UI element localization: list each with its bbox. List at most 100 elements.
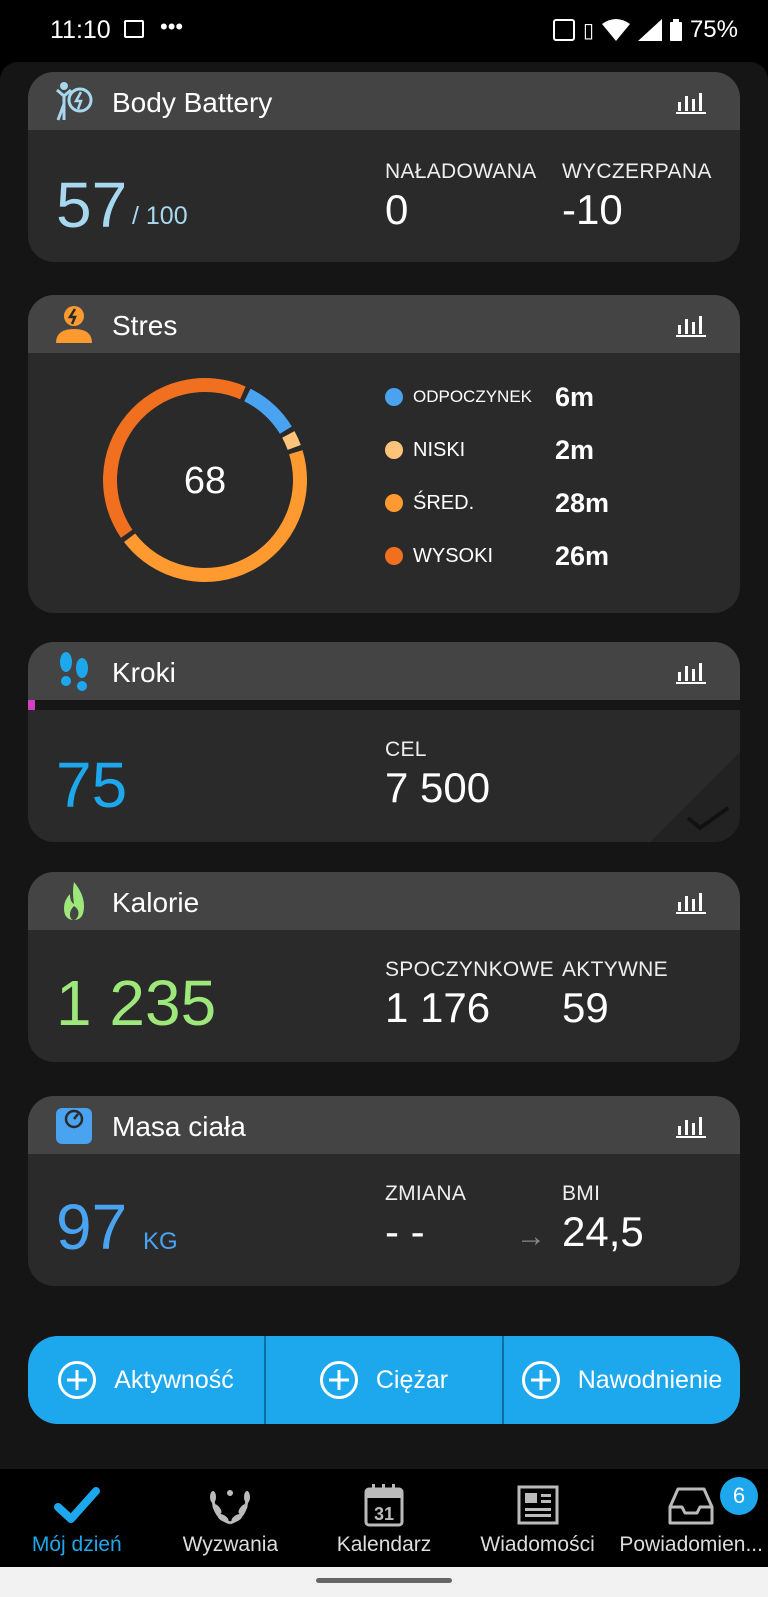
steps-card[interactable]: Kroki 75 CEL 7 500 [28, 642, 740, 842]
charged-label: NAŁADOWANA [385, 160, 537, 183]
nav-label: Powiadomien... [619, 1533, 763, 1556]
nav-calendar[interactable]: 31 Kalendarz [307, 1469, 461, 1567]
notification-count-badge: 6 [719, 1477, 758, 1515]
plus-circle-icon [521, 1361, 560, 1399]
gallery-notification-icon [124, 20, 144, 38]
weight-value: 97 [56, 1191, 128, 1263]
legend-value: 6m [555, 381, 595, 412]
scale-icon [56, 1108, 92, 1144]
nav-label: Mój dzień [31, 1533, 122, 1556]
action-label: Nawodnienie [577, 1365, 723, 1394]
card-header: Body Battery [28, 72, 740, 130]
legend-dot [385, 388, 403, 406]
bar-chart-icon[interactable] [676, 1114, 706, 1138]
nav-challenges[interactable]: Wyzwania [154, 1469, 308, 1567]
nav-label: Kalendarz [336, 1533, 432, 1556]
active-label: AKTYWNE [562, 958, 668, 981]
card-header: Kroki [28, 642, 740, 700]
drained-label: WYCZERPANA [562, 160, 712, 183]
action-label: Ciężar [375, 1365, 449, 1394]
body-battery-icon [56, 82, 93, 121]
flame-icon [64, 882, 84, 920]
change-label: ZMIANA [385, 1182, 467, 1205]
nav-label: Wyzwania [182, 1533, 279, 1556]
goal-label: CEL [385, 738, 427, 761]
card-title: Kalorie [112, 887, 200, 918]
stress-legend-medium: ŚRED. 28m [385, 488, 609, 518]
calories-card[interactable]: Kalorie 1 235 SPOCZYNKOWE 1 176 AKTYWNE … [28, 872, 740, 1062]
nfc-icon [552, 19, 575, 41]
stress-value: 68 [184, 460, 226, 502]
gesture-area [0, 1567, 768, 1597]
active-value: 59 [562, 984, 609, 1031]
body-battery-value: 57 [56, 169, 128, 241]
bar-chart-icon[interactable] [676, 890, 706, 914]
bottom-nav: Mój dzień Wyzwania 31 Kalendarz Wiadomoś… [0, 1469, 768, 1567]
stress-ring-segment [244, 388, 292, 434]
calendar-day: 31 [374, 1504, 394, 1524]
signal-icon [637, 19, 662, 41]
goal-value: 7 500 [385, 764, 491, 811]
footprints-icon [60, 652, 88, 691]
plus-circle-icon [319, 1361, 358, 1399]
stress-legend-rest: ODPOCZYNEK 6m [385, 382, 594, 412]
home-indicator[interactable] [316, 1578, 452, 1583]
card-title: Body Battery [112, 87, 273, 118]
steps-value: 75 [56, 749, 128, 821]
card-title: Kroki [112, 657, 176, 688]
quick-add-bar: Aktywność Ciężar Nawodnienie [28, 1336, 740, 1424]
arrow-right-icon: → [516, 1220, 546, 1253]
stress-ring-segment [282, 431, 301, 450]
bar-chart-icon[interactable] [676, 660, 706, 684]
drained-value: -10 [562, 186, 623, 233]
steps-progress-fill [28, 700, 36, 710]
change-value: - - [385, 1208, 425, 1255]
vibrate-icon: ▯ [582, 19, 594, 42]
status-bar: 11:10 ••• ▯ 75% [0, 0, 768, 62]
legend-label: WYSOKI [413, 544, 494, 567]
weight-unit: KG [143, 1228, 178, 1255]
nav-news[interactable]: Wiadomości [461, 1469, 615, 1567]
card-header: Kalorie [28, 872, 740, 930]
check-icon [53, 1487, 100, 1523]
nav-notifications[interactable]: Powiadomien... 6 [614, 1469, 768, 1567]
news-icon [517, 1485, 559, 1525]
legend-label: NISKI [413, 438, 466, 461]
card-header: Stres [28, 295, 740, 353]
legend-value: 26m [555, 540, 610, 571]
legend-label: ODPOCZYNEK [413, 387, 533, 406]
card-header: Masa ciała [28, 1096, 740, 1154]
stress-icon [56, 306, 92, 343]
goal-corner [650, 752, 740, 842]
nav-my-day[interactable]: Mój dzień [0, 1469, 154, 1567]
add-activity-button[interactable]: Aktywność [28, 1336, 266, 1424]
nav-label: Wiadomości [480, 1533, 595, 1556]
legend-dot [385, 441, 403, 459]
legend-dot [385, 494, 403, 512]
body-battery-card[interactable]: Body Battery 57 / 100 NAŁADOWANA 0 WYCZE… [28, 72, 740, 262]
card-title: Stres [112, 310, 178, 341]
stress-legend-low: NISKI 2m [385, 435, 594, 465]
bar-chart-icon[interactable] [676, 90, 706, 114]
charged-value: 0 [385, 186, 409, 233]
status-time: 11:10 [50, 16, 111, 44]
wifi-icon [601, 19, 630, 41]
card-title: Masa ciała [112, 1111, 246, 1142]
add-weight-button[interactable]: Ciężar [266, 1336, 504, 1424]
bar-chart-icon[interactable] [676, 313, 706, 337]
calendar-icon: 31 [364, 1484, 404, 1527]
steps-progress-track [28, 700, 740, 710]
legend-value: 28m [555, 487, 610, 518]
plus-circle-icon [58, 1361, 97, 1399]
calories-value: 1 235 [56, 967, 217, 1039]
weight-card[interactable]: Masa ciała 97 KG ZMIANA - - → BMI 24,5 [28, 1096, 740, 1286]
bmi-label: BMI [562, 1182, 601, 1205]
stress-card[interactable]: Stres 68 ODPOCZYNEK 6m NISKI 2m ŚRED. 28… [28, 295, 740, 613]
battery-percent: 75% [689, 16, 738, 43]
stress-legend-high: WYSOKI 26m [385, 541, 609, 571]
battery-icon [669, 19, 682, 41]
legend-value: 2m [555, 434, 595, 465]
legend-dot [385, 547, 403, 565]
laurel-icon [210, 1490, 251, 1525]
add-hydration-button[interactable]: Nawodnienie [504, 1336, 740, 1424]
